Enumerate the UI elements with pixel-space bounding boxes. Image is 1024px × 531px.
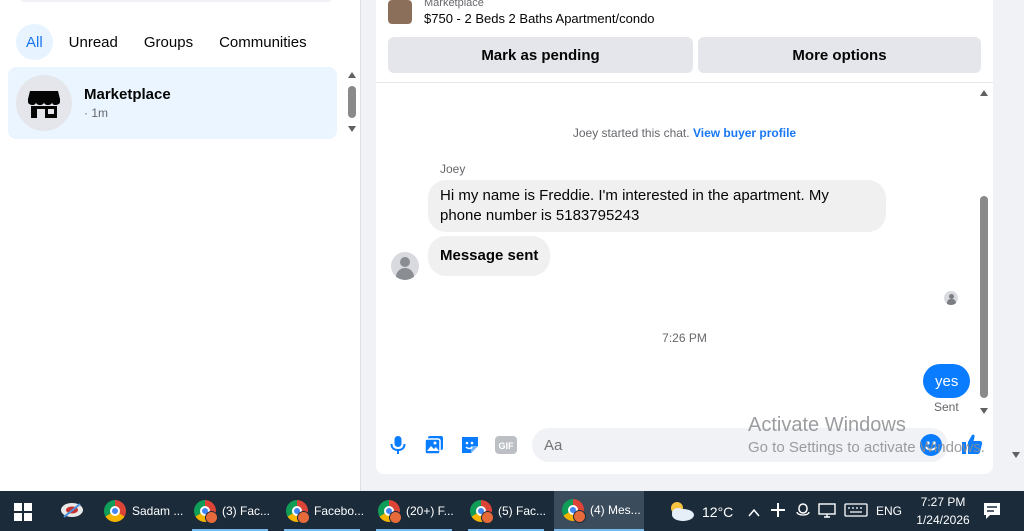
scroll-down-arrow-icon[interactable] (980, 408, 988, 414)
chrome-icon (470, 500, 494, 524)
listing-header[interactable]: Marketplace $750 - 2 Beds 2 Baths Apartm… (388, 0, 655, 30)
conversation-scrollbar[interactable] (977, 86, 991, 416)
tab-communities[interactable]: Communities (209, 24, 317, 60)
chat-started-text: Joey started this chat. (572, 126, 690, 140)
filter-tabs: All Unread Groups Communities (16, 24, 317, 60)
taskbar: Sadam ... (3) Fac... Facebo... (20+) F..… (0, 491, 1024, 531)
sticker-icon[interactable] (459, 434, 481, 456)
listing-thumbnail (388, 0, 412, 24)
chevron-up-icon[interactable] (748, 505, 760, 523)
search-input[interactable] (16, 0, 336, 2)
chat-started-notice: Joey started this chat. View buyer profi… (376, 126, 993, 140)
clock-time[interactable]: 7:27 PM (913, 495, 973, 509)
tab-groups[interactable]: Groups (134, 24, 203, 60)
sender-name: Joey (440, 162, 466, 176)
chat-list-item-marketplace[interactable]: Marketplace · 1m (8, 67, 337, 139)
chrome-icon (194, 500, 218, 524)
listing-kicker: Marketplace (424, 0, 484, 9)
header-divider (376, 82, 993, 83)
snipping-tool-icon[interactable] (60, 501, 86, 521)
gif-label: GIF (499, 441, 515, 451)
taskbar-app-label: Facebo... (314, 504, 365, 518)
incoming-message-bubble[interactable]: Message sent (428, 236, 551, 276)
chrome-icon (562, 499, 586, 523)
chat-name: Marketplace (84, 86, 171, 103)
photo-icon[interactable] (423, 434, 445, 456)
scrollbar-thumb[interactable] (348, 86, 356, 118)
tab-unread[interactable]: Unread (59, 24, 128, 60)
outgoing-message-bubble[interactable]: yes (923, 364, 971, 398)
taskbar-app-chrome-2[interactable]: (3) Fac... (186, 491, 274, 531)
chat-list-scrollbar[interactable] (345, 68, 359, 134)
read-receipt-avatar (944, 291, 958, 305)
taskbar-app-label: (3) Fac... (222, 504, 271, 518)
page-scroll-down-arrow-icon[interactable] (1012, 452, 1020, 458)
keyboard-icon[interactable] (844, 503, 868, 522)
microphone-icon[interactable] (387, 434, 409, 456)
weather-temperature[interactable]: 12°C (702, 504, 733, 520)
conversation-panel: Marketplace $750 - 2 Beds 2 Baths Apartm… (376, 0, 993, 474)
taskbar-app-chrome-1[interactable]: Sadam ... (96, 491, 184, 531)
windows-start-icon[interactable] (14, 503, 32, 521)
taskbar-app-chrome-5[interactable]: (5) Fac... (462, 491, 550, 531)
scroll-up-arrow-icon[interactable] (348, 72, 356, 78)
time-divider: 7:26 PM (662, 331, 707, 345)
storefront-icon (16, 75, 72, 131)
display-icon[interactable] (818, 503, 836, 524)
clock-date[interactable]: 1/24/2026 (909, 513, 977, 527)
language-indicator[interactable]: ENG (876, 504, 902, 518)
taskbar-app-label: (5) Fac... (498, 504, 547, 518)
taskbar-app-chrome-messenger[interactable]: (4) Mes... (554, 491, 644, 531)
scroll-down-arrow-icon[interactable] (348, 126, 356, 132)
gif-icon[interactable]: GIF (495, 434, 517, 456)
message-input[interactable] (532, 428, 948, 462)
taskbar-app-label: Sadam ... (132, 504, 184, 518)
meet-now-icon[interactable] (796, 502, 810, 525)
more-options-button[interactable]: More options (698, 37, 981, 73)
plus-icon[interactable] (770, 502, 786, 523)
chrome-icon (286, 500, 310, 524)
weather-cloud-icon[interactable] (666, 499, 696, 523)
listing-title: $750 - 2 Beds 2 Baths Apartment/condo (424, 10, 655, 26)
chrome-icon (104, 500, 126, 522)
taskbar-app-label: (4) Mes... (590, 503, 641, 517)
mark-as-pending-button[interactable]: Mark as pending (388, 37, 693, 73)
taskbar-app-chrome-4[interactable]: (20+) F... (370, 491, 458, 531)
scrollbar-thumb[interactable] (980, 196, 988, 398)
thumbs-up-icon[interactable] (960, 432, 984, 456)
emoji-icon[interactable] (920, 434, 942, 456)
chat-timestamp: · 1m (84, 106, 108, 120)
chat-list-panel: All Unread Groups Communities Marketplac… (0, 0, 361, 491)
notification-center-icon[interactable] (982, 501, 1002, 526)
taskbar-app-chrome-3[interactable]: Facebo... (278, 491, 366, 531)
sent-status: Sent (934, 400, 959, 414)
view-buyer-profile-link[interactable]: View buyer profile (693, 126, 796, 140)
taskbar-app-label: (20+) F... (406, 504, 454, 518)
tab-all[interactable]: All (16, 24, 53, 60)
chrome-icon (378, 500, 402, 524)
sender-avatar[interactable] (391, 252, 419, 280)
incoming-message-bubble[interactable]: Hi my name is Freddie. I'm interested in… (428, 180, 886, 232)
scroll-up-arrow-icon[interactable] (980, 90, 988, 96)
